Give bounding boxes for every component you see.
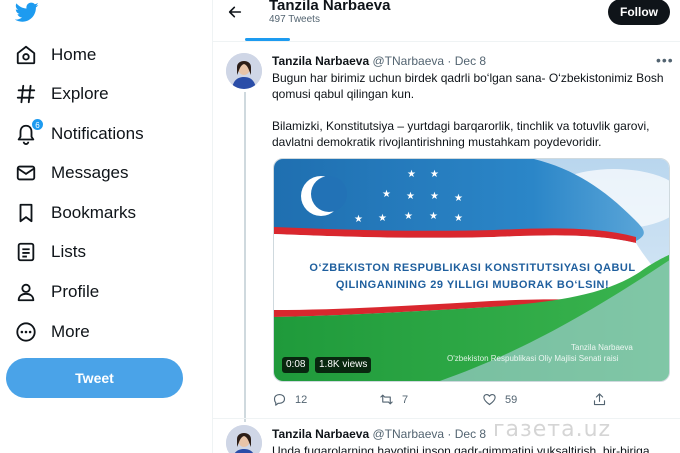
tweet-author-handle[interactable]: @TNarbaeva bbox=[373, 427, 445, 441]
video-views: 1.8K views bbox=[315, 357, 372, 373]
svg-text:★: ★ bbox=[382, 189, 391, 200]
nav-home[interactable]: Home bbox=[14, 40, 96, 70]
tweet-video[interactable]: ★ ★ ★ ★ ★ ★ ★ ★ ★ ★ ★ O‘ZBEKISTON RESPUBLIKASI K… bbox=[273, 158, 670, 382]
envelope-icon bbox=[14, 161, 38, 185]
retweet-icon bbox=[380, 394, 393, 405]
reply-button[interactable]: 12 bbox=[272, 392, 307, 407]
tweet-date[interactable]: Dec 8 bbox=[455, 54, 486, 68]
nav-notifications-label: Notifications bbox=[51, 124, 144, 143]
video-duration: 0:08 bbox=[282, 357, 310, 373]
nav-home-label: Home bbox=[51, 45, 97, 64]
column-divider bbox=[212, 0, 213, 453]
svg-text:★: ★ bbox=[354, 214, 363, 225]
svg-text:★: ★ bbox=[429, 211, 438, 222]
bell-icon: 6 bbox=[14, 118, 44, 146]
profile-header: Tanzila Narbaeva 497 Tweets Follow bbox=[213, 0, 680, 40]
svg-text:★: ★ bbox=[406, 191, 415, 202]
tweet-button[interactable]: Tweet bbox=[6, 358, 183, 398]
svg-text:★: ★ bbox=[404, 211, 413, 222]
video-caption-line2: QILINGANINING 29 YILLIGI MUBORAK BO‘LSIN… bbox=[335, 279, 610, 291]
tweet-text-paragraph: Bugun har birimiz uchun birdek qadrli bo… bbox=[272, 71, 664, 101]
notification-count-badge: 6 bbox=[31, 118, 44, 131]
avatar[interactable] bbox=[226, 53, 262, 89]
video-signature-name: Tanzila Narbaeva bbox=[571, 343, 633, 352]
svg-text:★: ★ bbox=[407, 169, 416, 180]
nav-explore-label: Explore bbox=[51, 84, 109, 103]
list-icon bbox=[14, 240, 38, 264]
nav-notifications[interactable]: 6 Notifications bbox=[14, 118, 144, 149]
svg-text:★: ★ bbox=[378, 213, 387, 224]
tweet-author-name[interactable]: Tanzila Narbaeva bbox=[272, 427, 369, 441]
hashtag-icon bbox=[14, 82, 38, 106]
nav-lists[interactable]: Lists bbox=[14, 237, 86, 267]
watermark-logo: газета.uz bbox=[493, 417, 612, 442]
person-icon bbox=[14, 280, 38, 304]
avatar-image bbox=[226, 53, 262, 89]
like-button[interactable]: 59 bbox=[482, 392, 517, 407]
tweet-text-paragraph: Bilamizki, Konstitutsiya – yurtdagi barq… bbox=[272, 119, 650, 149]
svg-text:★: ★ bbox=[430, 169, 439, 180]
tweet-text-paragraph: Unda fuqarolarning hayotini inson qadr-q… bbox=[272, 444, 650, 453]
tweet-actions: 12 7 59 bbox=[272, 392, 612, 408]
svg-text:★: ★ bbox=[454, 193, 463, 204]
tweet-date[interactable]: Dec 8 bbox=[455, 427, 486, 441]
sidebar: Home Explore 6 Notifications Messages Bo… bbox=[0, 0, 213, 453]
home-icon bbox=[14, 43, 38, 67]
tweet-header: Tanzila Narbaeva @TNarbaeva · Dec 8 bbox=[272, 54, 487, 68]
more-circle-icon bbox=[14, 320, 38, 344]
tweet-header: Tanzila Narbaeva @TNarbaeva · Dec 8 bbox=[272, 427, 487, 441]
nav-lists-label: Lists bbox=[51, 242, 86, 261]
header-separator bbox=[213, 41, 680, 42]
reply-count: 12 bbox=[295, 393, 308, 406]
heart-icon bbox=[483, 393, 496, 406]
reply-icon bbox=[273, 393, 286, 406]
nav-more-label: More bbox=[51, 322, 90, 341]
like-count: 59 bbox=[505, 393, 518, 406]
video-signature-title: O'zbekiston Respublikasi Oliy Majlisi Se… bbox=[447, 354, 619, 363]
nav-bookmarks-label: Bookmarks bbox=[51, 203, 137, 222]
retweet-button[interactable]: 7 bbox=[379, 392, 408, 407]
more-options-icon[interactable]: ••• bbox=[656, 52, 674, 68]
avatar[interactable] bbox=[226, 425, 262, 453]
nav-messages[interactable]: Messages bbox=[14, 158, 128, 188]
tweet-author-handle[interactable]: @TNarbaeva bbox=[373, 54, 445, 68]
tweet-author-name[interactable]: Tanzila Narbaeva bbox=[272, 54, 369, 68]
share-button[interactable] bbox=[592, 392, 607, 407]
video-caption-line1: O‘ZBEKISTON RESPUBLIKASI KONSTITUTSIYASI… bbox=[309, 262, 636, 274]
header-name: Tanzila Narbaeva bbox=[269, 0, 391, 14]
bookmark-icon bbox=[14, 201, 38, 225]
nav-explore[interactable]: Explore bbox=[14, 79, 109, 109]
share-icon bbox=[593, 393, 606, 406]
back-arrow-icon[interactable] bbox=[227, 4, 243, 20]
svg-text:★: ★ bbox=[454, 213, 463, 224]
nav-more[interactable]: More bbox=[14, 317, 90, 347]
svg-text:★: ★ bbox=[430, 191, 439, 202]
thread-connector bbox=[244, 92, 246, 422]
avatar-image bbox=[226, 425, 262, 453]
header-tweet-count: 497 Tweets bbox=[269, 14, 320, 25]
twitter-bird-icon[interactable] bbox=[15, 0, 39, 24]
nav-messages-label: Messages bbox=[51, 163, 129, 182]
nav-profile-label: Profile bbox=[51, 282, 100, 301]
nav-profile[interactable]: Profile bbox=[14, 277, 99, 307]
nav-bookmarks[interactable]: Bookmarks bbox=[14, 198, 136, 228]
follow-button[interactable]: Follow bbox=[608, 0, 670, 25]
retweet-count: 7 bbox=[402, 393, 409, 406]
